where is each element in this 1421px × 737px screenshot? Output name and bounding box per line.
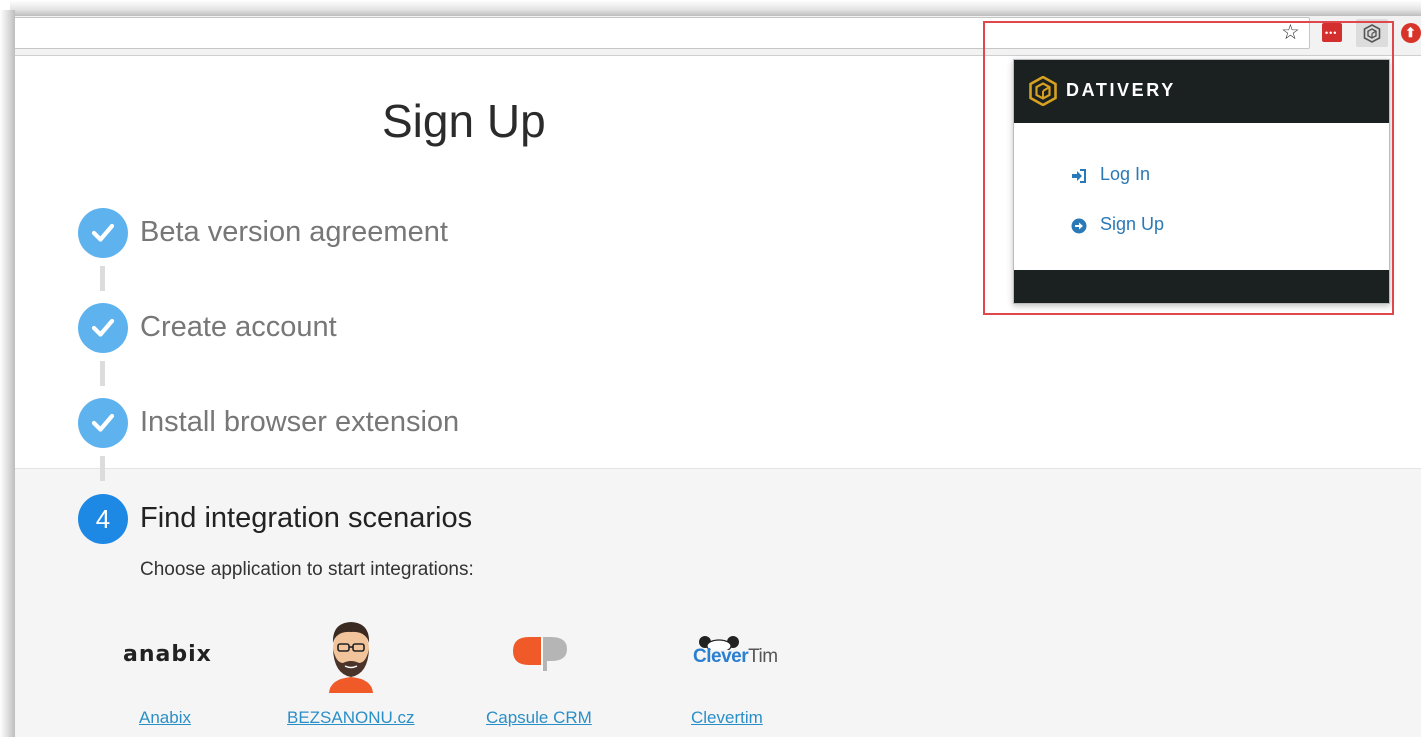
step-active-badge: 4 [78, 494, 128, 544]
step-label: Create account [140, 311, 337, 343]
popup-header: DATIVERY [1014, 60, 1389, 123]
capsule-pill-icon [513, 637, 567, 671]
bezsanonu-avatar-logo[interactable] [326, 619, 376, 698]
app-link-anabix[interactable]: Anabix [139, 708, 191, 728]
popup-footer [1014, 270, 1389, 303]
star-outline-icon[interactable]: ☆ [1281, 19, 1300, 47]
clevertim-logo-part2: Tim [748, 646, 778, 667]
page-title: Sign Up [382, 95, 546, 147]
popup-brand-name: DATIVERY [1066, 80, 1176, 100]
dativery-extension-button[interactable] [1356, 19, 1388, 47]
dativery-logo-icon [1029, 76, 1057, 106]
dativery-cube-icon [1363, 24, 1381, 43]
anabix-logo[interactable]: anabix [123, 642, 212, 667]
address-bar[interactable] [15, 17, 1310, 49]
app-link-bezsanonu[interactable]: BEZSANONU.cz [287, 708, 415, 728]
adblock-extension-icon[interactable]: ⬆ [1401, 23, 1421, 43]
arrow-circle-right-icon [1071, 218, 1087, 234]
window-shadow-top [10, 0, 1421, 16]
checkmark-icon [91, 223, 115, 242]
dativery-extension-popup: DATIVERY Log In Sign Up [1013, 59, 1390, 304]
clevertim-logo[interactable]: CleverTim [693, 634, 778, 674]
step-connector [100, 361, 105, 386]
step-done-badge [78, 208, 128, 258]
sign-in-icon [1072, 169, 1086, 183]
capsule-crm-logo[interactable] [511, 635, 569, 678]
window-shadow-left [0, 10, 15, 737]
popup-signup-label: Sign Up [1100, 214, 1165, 234]
step-connector [100, 266, 105, 291]
popup-login-label: Log In [1100, 164, 1151, 184]
checkmark-icon [91, 413, 115, 432]
clevertim-logo-text: CleverTim [693, 646, 778, 668]
lastpass-extension-icon[interactable]: ••• [1322, 23, 1342, 42]
step-done-badge [78, 398, 128, 448]
step-label: Install browser extension [140, 406, 460, 438]
app-link-capsule-crm[interactable]: Capsule CRM [486, 708, 592, 728]
step-label-active: Find integration scenarios [140, 502, 473, 534]
step-label: Beta version agreement [140, 216, 448, 248]
browser-toolbar: ☆ ••• ⬆ [15, 16, 1421, 56]
checkmark-icon [91, 318, 115, 337]
choose-application-text: Choose application to start integrations… [140, 559, 474, 580]
browser-window: ☆ ••• ⬆ Sign Up Beta version agreement C… [15, 16, 1421, 737]
bearded-man-avatar-icon [329, 622, 373, 693]
clevertim-logo-part1: Clever [693, 646, 749, 667]
step-connector [100, 456, 105, 481]
step-number: 4 [95, 504, 111, 534]
screenshot-frame: ☆ ••• ⬆ Sign Up Beta version agreement C… [0, 0, 1421, 737]
app-link-clevertim[interactable]: Clevertim [691, 708, 763, 728]
step-done-badge [78, 303, 128, 353]
